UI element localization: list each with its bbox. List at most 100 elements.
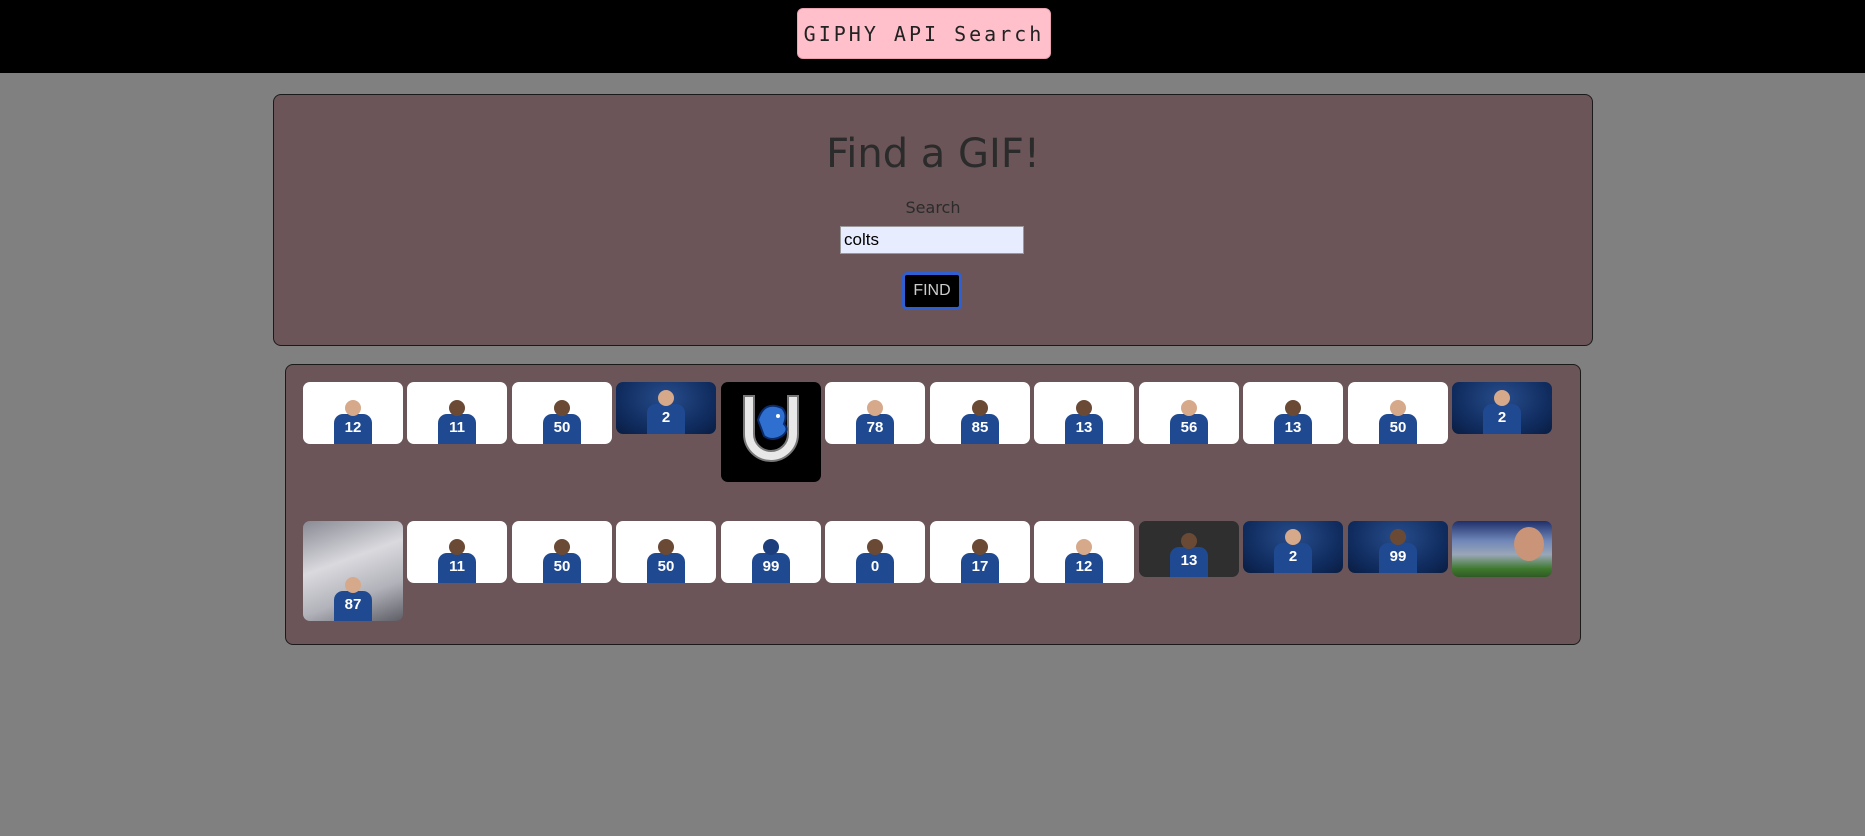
jersey-number: 50 <box>1389 419 1407 436</box>
gif-thumbnail[interactable]: 50 <box>616 521 716 583</box>
player-head <box>1285 529 1301 545</box>
jersey-number: 2 <box>1497 409 1507 426</box>
player-figure: 50 <box>537 396 587 444</box>
player-head <box>972 400 988 416</box>
gif-thumbnail[interactable]: 13 <box>1243 382 1343 444</box>
player-figure: 2 <box>1268 525 1318 573</box>
gif-thumbnail[interactable]: 78 <box>825 382 925 444</box>
player-head <box>449 539 465 555</box>
player-figure: 12 <box>328 396 378 444</box>
gif-thumbnail[interactable]: 12 <box>1034 521 1134 583</box>
player-head <box>658 390 674 406</box>
gif-thumbnail[interactable]: 2 <box>1452 382 1552 434</box>
horseshoe-logo-icon <box>743 395 799 462</box>
jersey-number: 99 <box>1389 548 1407 565</box>
gif-thumbnail[interactable]: 11 <box>407 521 507 583</box>
gif-thumbnail[interactable]: 17 <box>930 521 1030 583</box>
player-head <box>449 400 465 416</box>
player-figure: 99 <box>746 535 796 583</box>
jersey-number: 0 <box>870 558 880 575</box>
jersey-number: 12 <box>344 419 362 436</box>
gif-thumbnail[interactable]: 50 <box>1348 382 1448 444</box>
jersey-number: 2 <box>1288 548 1298 565</box>
jersey-number: 11 <box>449 558 465 575</box>
player-figure: 13 <box>1059 396 1109 444</box>
player-figure: 0 <box>850 535 900 583</box>
player-head <box>1181 400 1197 416</box>
jersey-number: 56 <box>1180 419 1198 436</box>
top-navbar: GIPHY API Search <box>0 0 1865 73</box>
player-figure: 2 <box>641 386 691 434</box>
player-figure: 13 <box>1268 396 1318 444</box>
player-figure: 99 <box>1373 525 1423 573</box>
player-head <box>1285 400 1301 416</box>
jersey-number: 12 <box>1075 558 1093 575</box>
gif-thumbnail[interactable]: 56 <box>1139 382 1239 444</box>
page-title: Find a GIF! <box>826 131 1040 177</box>
player-figure: 78 <box>850 396 900 444</box>
player-figure: 11 <box>432 535 482 583</box>
player-head <box>763 539 779 555</box>
search-label: Search <box>905 198 961 217</box>
player-figure: 87 <box>328 573 378 621</box>
gif-thumbnail[interactable]: 87 <box>303 521 403 621</box>
gif-thumbnail[interactable] <box>721 382 821 482</box>
jersey-number: 11 <box>449 419 465 436</box>
player-head <box>867 539 883 555</box>
gif-thumbnail[interactable]: 0 <box>825 521 925 583</box>
giphy-api-search-button[interactable]: GIPHY API Search <box>797 8 1051 59</box>
gif-thumbnail[interactable]: 11 <box>407 382 507 444</box>
gif-thumbnail[interactable]: 99 <box>721 521 821 583</box>
jersey-number: 13 <box>1075 419 1093 436</box>
jersey-number: 13 <box>1180 552 1198 569</box>
player-figure: 13 <box>1164 529 1214 577</box>
jersey-number: 13 <box>1284 419 1302 436</box>
gif-thumbnail[interactable]: 99 <box>1348 521 1448 573</box>
player-figure: 17 <box>955 535 1005 583</box>
jersey-number: 2 <box>661 409 671 426</box>
jersey-number: 85 <box>971 419 989 436</box>
gif-thumbnail[interactable]: 12 <box>303 382 403 444</box>
player-head <box>1390 529 1406 545</box>
jersey-number: 50 <box>553 558 571 575</box>
player-head <box>1494 390 1510 406</box>
gif-thumbnail[interactable]: 2 <box>616 382 716 434</box>
jersey-number: 99 <box>762 558 780 575</box>
gif-thumbnail[interactable]: 50 <box>512 521 612 583</box>
player-head <box>972 539 988 555</box>
player-head <box>1181 533 1197 549</box>
gif-thumbnail[interactable]: 2 <box>1243 521 1343 573</box>
player-head <box>1076 539 1092 555</box>
player-head <box>1390 400 1406 416</box>
gif-thumbnail[interactable]: 50 <box>512 382 612 444</box>
player-figure: 11 <box>432 396 482 444</box>
selfie-person <box>1514 527 1544 561</box>
gif-thumbnail[interactable]: 13 <box>1139 521 1239 577</box>
player-figure: 12 <box>1059 535 1109 583</box>
player-head <box>554 539 570 555</box>
gif-thumbnail[interactable]: 13 <box>1034 382 1134 444</box>
player-figure: 50 <box>641 535 691 583</box>
find-button[interactable]: FIND <box>902 272 962 310</box>
player-figure: 50 <box>1373 396 1423 444</box>
player-head <box>554 400 570 416</box>
player-head <box>867 400 883 416</box>
gif-thumbnail[interactable] <box>1452 521 1552 577</box>
player-head <box>345 577 361 593</box>
gif-results-grid: 12 11 50 2 78 85 13 56 13 50 2 87 11 50 50 99 0 17 12 13 2 99 <box>285 364 1581 645</box>
player-figure: 2 <box>1477 386 1527 434</box>
gif-thumbnail[interactable]: 85 <box>930 382 1030 444</box>
jersey-number: 87 <box>344 596 362 613</box>
player-head <box>345 400 361 416</box>
jersey-number: 78 <box>866 419 884 436</box>
jersey-number: 50 <box>657 558 675 575</box>
player-figure: 50 <box>537 535 587 583</box>
jersey-number: 50 <box>553 419 571 436</box>
player-head <box>658 539 674 555</box>
jersey-number: 17 <box>971 558 989 575</box>
search-input[interactable] <box>840 226 1024 254</box>
player-figure: 56 <box>1164 396 1214 444</box>
player-figure: 85 <box>955 396 1005 444</box>
player-head <box>1076 400 1092 416</box>
search-panel: Find a GIF! Search FIND <box>273 94 1593 346</box>
